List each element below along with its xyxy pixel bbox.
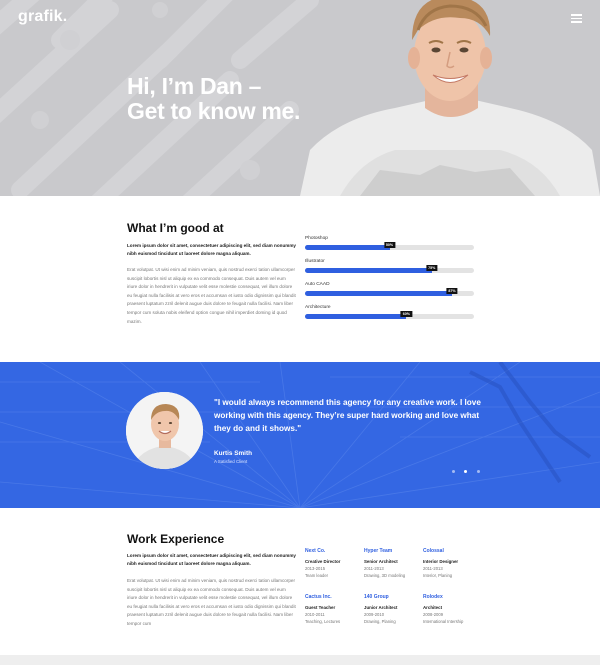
job-note: Team leader xyxy=(305,572,329,578)
skill-illustrator: Illustrator 75% xyxy=(305,259,474,275)
job-entry: Cactus Inc. Guest Teacher 2010-2011 Teac… xyxy=(305,594,365,625)
skill-label: Photoshop xyxy=(305,236,328,241)
job-entry: Rolodex Architect 2008-2009 Internationa… xyxy=(423,594,483,625)
skill-label: Architecture xyxy=(305,305,331,310)
job-entry: Colossal Interior Designer 2011-2013 Int… xyxy=(423,548,483,579)
job-note: Drawing, 3D modeling xyxy=(364,572,406,578)
work-experience-heading: Work Experience xyxy=(127,532,225,546)
hero-heading-line-2: Get to know me. xyxy=(127,98,301,124)
job-company[interactable]: Cactus Inc. xyxy=(305,594,365,601)
carousel-dots xyxy=(452,460,485,473)
testimonial-section xyxy=(0,362,600,508)
job-company[interactable]: Hyper Team xyxy=(364,548,424,555)
job-company[interactable]: Colossal xyxy=(423,548,483,555)
skill-percentage-badge: 50% xyxy=(383,242,396,248)
job-company[interactable]: 140 Group xyxy=(364,594,424,601)
skills-body-text: Erat volutpat. Ut wisi enim ad minim ven… xyxy=(127,267,296,324)
building-background xyxy=(0,362,600,508)
job-entry: Hyper Team Senior Architect 2011-2013 Dr… xyxy=(364,548,424,579)
brand-logo[interactable]: grafik. xyxy=(18,8,67,26)
client-name: Kurtis Smith xyxy=(214,450,252,457)
skill-track: 87% xyxy=(305,288,474,296)
hero-heading-line-1: Hi, I’m Dan – xyxy=(127,73,262,99)
hero-portrait xyxy=(300,0,600,196)
skill-auto-caad: Auto CAAD 87% xyxy=(305,282,474,298)
client-avatar-image xyxy=(126,392,203,469)
job-note: Drawing, Planing xyxy=(364,618,396,624)
skill-percentage-badge: 60% xyxy=(400,311,412,317)
hero-section: grafik. Hi, I’m Dan – Get to know me. xyxy=(0,0,600,196)
skill-photoshop: Photoshop 50% xyxy=(305,236,474,252)
skill-label: Illustrator xyxy=(305,259,325,264)
skills-heading: What I’m good at xyxy=(127,221,224,235)
job-entry: 140 Group Junior Architect 2009-2010 Dra… xyxy=(364,594,424,625)
work-body-text: Erat volutpat. Ut wisi enim ad minim ven… xyxy=(127,578,296,626)
carousel-dot-1[interactable] xyxy=(452,470,455,473)
testimonial-quote: "I would always recommend this agency fo… xyxy=(214,398,481,433)
job-note: International Intership xyxy=(423,618,464,624)
skill-fill xyxy=(305,245,390,250)
skill-track: 50% xyxy=(305,242,474,250)
job-role: Junior Architect xyxy=(364,605,398,610)
skill-fill xyxy=(305,314,407,319)
carousel-dot-3[interactable] xyxy=(476,470,480,473)
footer-strip xyxy=(0,655,600,665)
job-company[interactable]: Rolodex xyxy=(423,594,483,601)
skill-track: 75% xyxy=(305,265,474,273)
job-note: Interior, Planing xyxy=(423,572,453,578)
skills-lead-text: Lorem ipsum dolor sit amet, consectetuer… xyxy=(127,243,296,256)
job-company[interactable]: Next Co. xyxy=(305,548,365,555)
job-role: Guest Teacher xyxy=(305,605,336,610)
job-role: Senior Architect xyxy=(364,559,398,564)
client-avatar xyxy=(126,392,203,469)
client-role: A Satisfied Client xyxy=(214,459,248,464)
skill-percentage-badge: 75% xyxy=(426,265,438,271)
job-role: Interior Designer xyxy=(423,559,459,564)
skill-label: Auto CAAD xyxy=(305,282,330,287)
skill-fill xyxy=(305,268,432,273)
skill-architecture: Architecture 60% xyxy=(305,305,474,321)
hamburger-menu-icon[interactable] xyxy=(571,14,582,23)
job-role: Architect xyxy=(423,605,443,610)
job-entry: Next Co. Creative Director 2013-2015 Tea… xyxy=(305,548,365,579)
job-note: Teaching, Lectures xyxy=(305,618,341,624)
skill-percentage-badge: 87% xyxy=(446,288,458,294)
hero-heading: Hi, I’m Dan – Get to know me. xyxy=(127,74,300,124)
skill-fill xyxy=(305,291,453,296)
work-lead-text: Lorem ipsum dolor sit amet, consectetuer… xyxy=(127,553,296,566)
job-role: Creative Director xyxy=(305,559,341,564)
skill-track: 60% xyxy=(305,311,474,319)
